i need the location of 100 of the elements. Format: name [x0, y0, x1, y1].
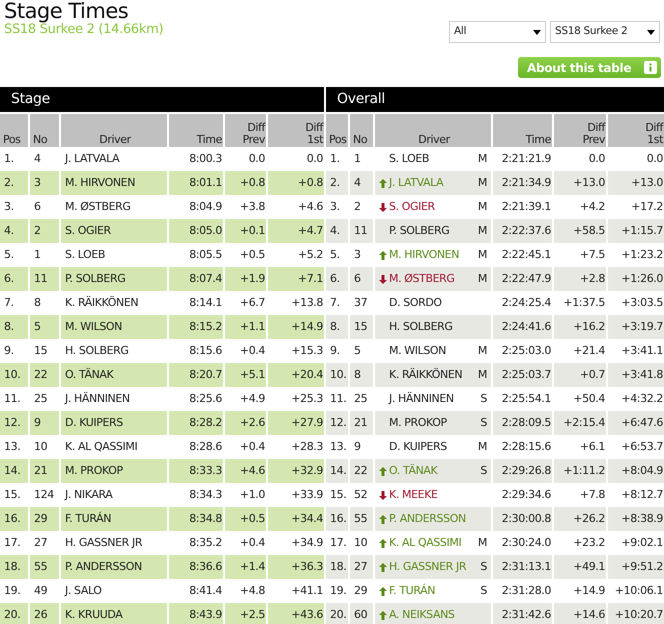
table-cell: 2 — [29, 219, 60, 243]
table-cell: M. PROKOP — [60, 459, 168, 483]
table-cell: 29 — [29, 507, 60, 531]
table-cell: +10:06.1 — [607, 579, 664, 603]
table-cell: +0.7 — [553, 363, 607, 387]
table-cell: M. HIRVONEN — [60, 171, 168, 195]
table-cell: 11 — [349, 219, 374, 243]
driver-class: S — [480, 462, 487, 479]
column-header: No — [349, 113, 374, 147]
table-cell: 8:01.1 — [168, 171, 224, 195]
table-cell: +33.9 — [267, 483, 324, 507]
filter-dropdown[interactable]: SS18 Surkee 2 — [550, 21, 660, 43]
table-cell: 2:28:09.5 — [492, 411, 553, 435]
driver-name: A. NEIKSANS — [389, 606, 454, 623]
table-cell: 2:21:34.9 — [492, 171, 553, 195]
page-title: Stage Times — [4, 0, 130, 22]
table-cell: +2.5 — [224, 603, 267, 624]
table-cell: 8:15.2 — [168, 315, 224, 339]
driver-name: J. LATVALA — [389, 174, 444, 191]
driver-name: D. KUIPERS — [389, 438, 447, 455]
driver-name: P. SOLBERG — [389, 222, 450, 239]
table-cell: 2:29:26.8 — [492, 459, 553, 483]
table-cell: 4. — [0, 219, 29, 243]
caret-icon — [533, 30, 541, 34]
table-cell: 8:05.0 — [168, 219, 224, 243]
driver-class: S — [480, 558, 487, 575]
table-cell: +4.6 — [224, 459, 267, 483]
table-cell: +16.2 — [553, 315, 607, 339]
driver-name: D. SORDO — [389, 294, 442, 311]
driver-class: S — [480, 414, 487, 431]
table-cell: 2:30:00.8 — [492, 507, 553, 531]
table-cell: +20.4 — [267, 363, 324, 387]
table-cell: +7.1 — [267, 267, 324, 291]
table-cell: +17.2 — [607, 195, 664, 219]
table-cell: F. TURÁN — [60, 507, 168, 531]
table-cell: +2.6 — [224, 411, 267, 435]
caret-icon — [647, 30, 655, 34]
table-cell: +27.9 — [267, 411, 324, 435]
table-cell: +0.5 — [224, 507, 267, 531]
table-cell: 18. — [326, 555, 349, 579]
up-arrow-icon — [379, 538, 387, 548]
down-arrow-icon — [379, 490, 387, 500]
driver-name: K. RÄIKKÖNEN — [389, 366, 462, 383]
section-header: Overall — [326, 87, 664, 112]
stage-subtitle: SS18 Surkee 2 (14.66km) — [4, 22, 164, 38]
up-arrow-icon — [379, 250, 387, 260]
table-cell: 21 — [349, 411, 374, 435]
table-cell: +1:23.2 — [607, 243, 664, 267]
table-cell: 12. — [326, 411, 349, 435]
table-cell: 2. — [326, 171, 349, 195]
driver-name: O. TÄNAK — [389, 462, 438, 479]
column-header: Time — [492, 113, 553, 147]
table-cell: +49.1 — [553, 555, 607, 579]
driver-name: M. ØSTBERG — [389, 270, 455, 287]
table-cell: P. SOLBERG — [60, 267, 168, 291]
table-cell: +8:38.9 — [607, 507, 664, 531]
driver-class: M — [478, 366, 487, 383]
table-cell: 8:33.3 — [168, 459, 224, 483]
column-header: Driver — [374, 113, 492, 147]
table-cell: M. WILSON — [60, 315, 168, 339]
table-cell: +0.8 — [224, 171, 267, 195]
table-cell: +2.8 — [553, 267, 607, 291]
down-arrow-icon — [379, 202, 387, 212]
table-cell: +8:12.7 — [607, 483, 664, 507]
table-cell: 6. — [0, 267, 29, 291]
up-arrow-icon — [379, 514, 387, 524]
column-header: No — [29, 113, 60, 147]
table-cell: 8:34.8 — [168, 507, 224, 531]
table-cell: +34.9 — [267, 531, 324, 555]
table-cell: K. KRUUDA — [60, 603, 168, 624]
driver-class: M — [478, 150, 487, 167]
table-cell: 8. — [326, 315, 349, 339]
table-cell: +2:15.4 — [553, 411, 607, 435]
table-cell: 2:22:47.9 — [492, 267, 553, 291]
table-cell: 14. — [326, 459, 349, 483]
table-cell: +36.3 — [267, 555, 324, 579]
down-arrow-icon — [379, 274, 387, 284]
up-arrow-icon — [379, 610, 387, 620]
table-cell: 11 — [29, 267, 60, 291]
driver-name: M. HIRVONEN — [389, 246, 460, 263]
filter-dropdown[interactable]: All — [449, 21, 546, 43]
table-cell: +1.1 — [224, 315, 267, 339]
driver-name: H. SOLBERG — [389, 318, 453, 335]
driver-class: S — [480, 390, 487, 407]
table-cell: +26.2 — [553, 507, 607, 531]
table-cell: +13.8 — [267, 291, 324, 315]
table-cell: 60 — [349, 603, 374, 624]
table-cell: 21 — [29, 459, 60, 483]
table-cell: 8 — [349, 363, 374, 387]
table-cell: 26 — [29, 603, 60, 624]
up-arrow-icon — [379, 562, 387, 572]
table-cell: +5.1 — [224, 363, 267, 387]
table-cell: 16. — [326, 507, 349, 531]
column-header: Diff Prev — [553, 113, 607, 147]
table-cell: +5.2 — [267, 243, 324, 267]
driver-name: M. PROKOP — [389, 414, 447, 431]
driver-name: M. WILSON — [389, 342, 446, 359]
table-cell: 8:20.7 — [168, 363, 224, 387]
driver-name: K. AL QASSIMI — [389, 534, 462, 551]
driver-name: K. MEEKE — [389, 486, 438, 503]
